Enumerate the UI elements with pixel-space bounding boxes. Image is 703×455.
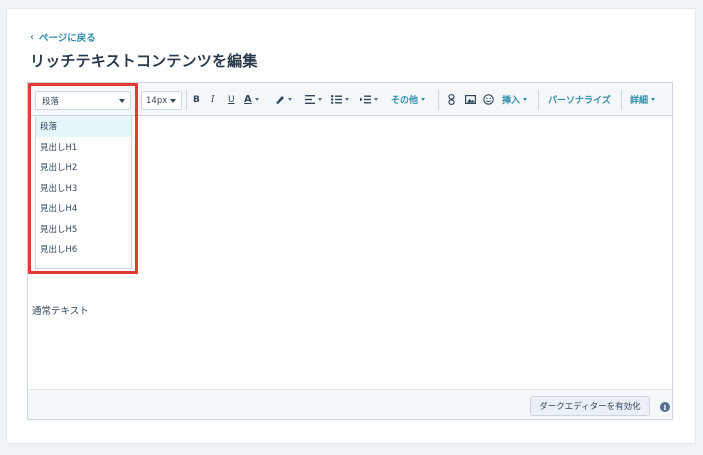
block-format-dropdown: 段落 見出しH1 見出しH2 見出しH3 見出しH4 見出しH5 見出しH6 bbox=[35, 115, 132, 269]
link-button[interactable] bbox=[448, 83, 455, 116]
underline-icon: U bbox=[228, 94, 235, 105]
other-menu-label: その他 bbox=[391, 96, 419, 106]
toolbar-divider bbox=[538, 90, 539, 110]
chevron-down-icon bbox=[170, 99, 176, 103]
block-format-value: 段落 bbox=[42, 96, 60, 107]
bold-button[interactable]: B bbox=[193, 83, 200, 116]
chevron-down-icon bbox=[651, 98, 656, 101]
editor-content-text[interactable]: 通常テキスト bbox=[32, 303, 89, 317]
text-color-icon: A bbox=[244, 94, 252, 105]
indent-icon bbox=[360, 95, 371, 104]
dropdown-list: 段落 見出しH1 見出しH2 見出しH3 見出しH4 見出しH5 見出しH6 bbox=[36, 116, 131, 260]
image-icon bbox=[465, 95, 476, 104]
font-size-select[interactable]: 14px bbox=[141, 91, 182, 110]
dropdown-option[interactable]: 見出しH2 bbox=[36, 157, 131, 178]
block-format-select[interactable]: 段落 bbox=[35, 91, 131, 110]
personalize-button[interactable]: パーソナライズ bbox=[548, 83, 611, 116]
highlighter-icon bbox=[276, 96, 284, 104]
toolbar-divider bbox=[186, 90, 187, 110]
chevron-down-icon bbox=[288, 98, 292, 101]
bold-icon: B bbox=[193, 94, 200, 105]
emoji-icon bbox=[483, 94, 494, 105]
toolbar-divider bbox=[438, 90, 439, 110]
text-color-button[interactable]: A bbox=[244, 83, 259, 116]
emoji-button[interactable] bbox=[483, 83, 494, 116]
link-icon bbox=[448, 94, 455, 105]
italic-button[interactable]: I bbox=[211, 83, 215, 116]
chevron-down-icon bbox=[345, 98, 349, 101]
details-menu-button[interactable]: 詳細 bbox=[630, 83, 656, 116]
underline-button[interactable]: U bbox=[228, 83, 235, 116]
chevron-down-icon bbox=[374, 98, 378, 101]
chevron-down-icon bbox=[119, 99, 125, 103]
toolbar-divider bbox=[136, 90, 137, 110]
enable-dark-editor-button[interactable]: ダークエディターを有効化 bbox=[530, 396, 650, 416]
dropdown-option[interactable]: 見出しH1 bbox=[36, 137, 131, 158]
back-link[interactable]: ‹ ページに戻る bbox=[30, 30, 96, 45]
image-button[interactable] bbox=[465, 83, 476, 116]
details-menu-label: 詳細 bbox=[630, 96, 649, 106]
indent-button[interactable] bbox=[360, 83, 378, 116]
bulleted-list-button[interactable] bbox=[331, 83, 349, 116]
align-left-icon bbox=[305, 95, 315, 104]
dropdown-option[interactable]: 段落 bbox=[36, 116, 131, 137]
other-menu-button[interactable]: その他 bbox=[391, 83, 426, 116]
dropdown-option[interactable]: 見出しH4 bbox=[36, 198, 131, 219]
dropdown-option[interactable]: 見出しH6 bbox=[36, 239, 131, 260]
insert-menu-label: 挿入 bbox=[502, 96, 521, 106]
align-button[interactable] bbox=[305, 83, 322, 116]
chevron-down-icon bbox=[318, 98, 322, 101]
editor-toolbar: 段落 14px B I U A その他 挿入 パーソナライズ 詳細 bbox=[28, 83, 672, 116]
page-title: リッチテキストコンテンツを編集 bbox=[30, 52, 258, 70]
chevron-down-icon bbox=[254, 98, 259, 101]
dropdown-option[interactable]: 見出しH5 bbox=[36, 219, 131, 240]
chevron-down-icon bbox=[421, 98, 426, 101]
font-size-value: 14px bbox=[146, 95, 168, 106]
insert-menu-button[interactable]: 挿入 bbox=[502, 83, 528, 116]
toolbar-divider bbox=[621, 90, 622, 110]
rich-text-editor: 段落 14px B I U A その他 挿入 パーソナライズ 詳細 段落 見出し… bbox=[27, 82, 673, 420]
editor-footer: ダークエディターを有効化 bbox=[28, 389, 672, 419]
back-link-label: ページに戻る bbox=[38, 33, 96, 44]
personalize-label: パーソナライズ bbox=[548, 96, 611, 106]
info-icon[interactable]: i bbox=[660, 402, 670, 412]
enable-dark-editor-label: ダークエディターを有効化 bbox=[539, 402, 641, 412]
chevron-down-icon bbox=[523, 98, 528, 101]
bulleted-list-icon bbox=[331, 95, 342, 104]
dropdown-option[interactable]: 見出しH3 bbox=[36, 178, 131, 199]
highlight-button[interactable] bbox=[274, 83, 292, 116]
italic-icon: I bbox=[211, 94, 215, 105]
chevron-left-icon: ‹ bbox=[30, 31, 34, 43]
